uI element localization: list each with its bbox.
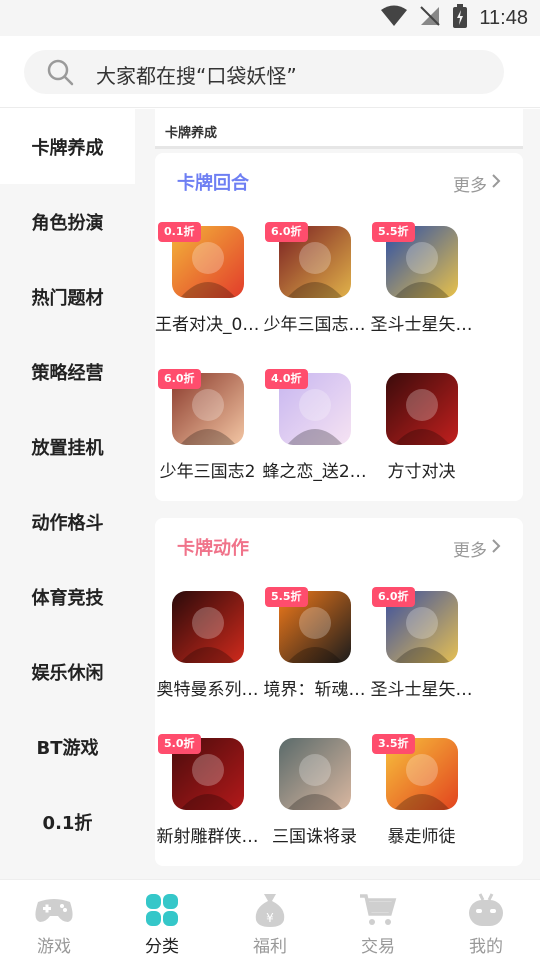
game-item[interactable]: 6.0折圣斗士星矢… <box>369 587 474 731</box>
game-icon[interactable] <box>386 373 458 445</box>
game-icon[interactable] <box>279 738 351 810</box>
game-item[interactable]: 三国诛将录 <box>262 738 367 878</box>
more-label: 更多 <box>453 541 487 561</box>
game-name: 新射雕群侠… <box>156 827 259 847</box>
section-header-label: 卡牌养成 <box>165 126 218 141</box>
sidebar-item[interactable]: 体育竞技 <box>0 559 135 634</box>
discount-badge: 5.5折 <box>372 222 415 242</box>
money-bag-icon: ¥ <box>250 892 290 928</box>
tab-label: 交易 <box>361 937 395 957</box>
section-header: 卡牌养成 <box>155 109 523 149</box>
tab-label: 分类 <box>145 937 179 957</box>
discount-badge: 5.0折 <box>158 734 201 754</box>
game-name: 奥特曼系列… <box>156 680 259 700</box>
tab-item[interactable]: ¥ 福利 <box>216 880 324 960</box>
sidebar-item[interactable]: 卡牌养成 <box>0 109 135 184</box>
bottom-tab-bar: 游戏 分类 ¥ 福利 交易 我的 <box>0 879 540 960</box>
status-bar: 11:48 <box>0 0 540 36</box>
game-item[interactable]: 3.5折暴走师徒 <box>369 734 474 878</box>
sidebar-item[interactable]: 动作格斗 <box>0 484 135 559</box>
sidebar-item[interactable]: 娱乐休闲 <box>0 634 135 709</box>
game-item[interactable]: 6.0折少年三国志2 <box>155 369 260 513</box>
discount-badge: 5.5折 <box>265 587 308 607</box>
chevron-right-icon <box>491 538 501 559</box>
game-item[interactable]: 6.0折少年三国志… <box>262 222 367 366</box>
sidebar-item[interactable]: 热门题材 <box>0 259 135 334</box>
card-title: 卡牌回合 <box>177 173 249 194</box>
sidebar-item[interactable]: 策略经营 <box>0 334 135 409</box>
discount-badge: 6.0折 <box>158 369 201 389</box>
status-time: 11:48 <box>479 6 528 29</box>
game-item[interactable]: 奥特曼系列… <box>155 591 260 731</box>
sidebar-item[interactable]: BT游戏 <box>0 709 135 784</box>
status-icons: 11:48 <box>381 4 528 32</box>
tab-item[interactable]: 交易 <box>324 880 432 960</box>
game-name: 蜂之恋_送2… <box>262 462 367 482</box>
more-link[interactable]: 更多 <box>453 171 501 196</box>
tab-item[interactable]: 我的 <box>432 880 540 960</box>
category-icon <box>142 892 182 928</box>
game-item[interactable]: 4.0折蜂之恋_送2… <box>262 369 367 513</box>
game-name: 少年三国志2 <box>159 462 256 482</box>
more-label: 更多 <box>453 176 487 196</box>
robot-face-icon <box>466 892 506 928</box>
game-item[interactable]: 方寸对决 <box>369 373 474 513</box>
discount-badge: 6.0折 <box>265 222 308 242</box>
cart-icon <box>358 892 398 928</box>
category-card: 卡牌回合 更多 0.1折 王者对决_0.… 6.0折 少年三国志… 5.5折 圣斗士星矢… 6.… <box>155 153 523 501</box>
game-item[interactable]: 5.5折境界：斩魂… <box>262 587 367 731</box>
tab-label: 我的 <box>469 937 503 957</box>
no-signal-icon <box>419 5 441 31</box>
discount-badge: 4.0折 <box>265 369 308 389</box>
game-name: 圣斗士星矢… <box>370 315 473 335</box>
wifi-icon <box>381 5 408 31</box>
game-name: 圣斗士星矢… <box>370 680 473 700</box>
chevron-right-icon <box>491 173 501 194</box>
game-name: 三国诛将录 <box>272 827 357 847</box>
tab-item[interactable]: 游戏 <box>0 880 108 960</box>
game-name: 方寸对决 <box>387 462 456 482</box>
card-title: 卡牌动作 <box>177 538 249 559</box>
sidebar-item[interactable]: 放置挂机 <box>0 409 135 484</box>
category-sidebar: 卡牌养成 角色扮演 热门题材 策略经营 放置挂机 动作格斗 体育竞技 娱乐休闲 BT游戏 0.1折 <box>0 109 135 879</box>
game-name: 暴走师徒 <box>387 827 456 847</box>
tab-item[interactable]: 分类 <box>108 880 216 960</box>
search-input[interactable]: 大家都在搜“口袋妖怪” <box>24 50 504 94</box>
category-content: 卡牌养成 卡牌回合 更多 0.1折 王者对决_0.… 6.0折 少年三国志… 5.5折 圣斗士… <box>135 109 540 879</box>
tab-label: 游戏 <box>37 937 71 957</box>
discount-badge: 0.1折 <box>158 222 201 242</box>
game-item[interactable]: 5.5折圣斗士星矢… <box>369 222 474 366</box>
more-link[interactable]: 更多 <box>453 536 501 561</box>
sidebar-item[interactable]: 角色扮演 <box>0 184 135 259</box>
discount-badge: 3.5折 <box>372 734 415 754</box>
game-name: 王者对决_0.… <box>155 315 260 335</box>
svg-text:¥: ¥ <box>266 911 274 925</box>
battery-charging-icon <box>453 4 468 32</box>
category-card: 卡牌动作 更多 奥特曼系列… 5.5折 境界：斩魂… 6.0折 圣斗士星矢… 5.0折 新射雕群… <box>155 518 523 866</box>
game-item[interactable]: 5.0折新射雕群侠… <box>155 734 260 878</box>
gamepad-icon <box>34 892 74 928</box>
search-bar: 大家都在搜“口袋妖怪” <box>0 36 540 108</box>
game-item[interactable]: 0.1折王者对决_0.… <box>155 222 260 366</box>
search-icon <box>46 58 74 90</box>
game-icon[interactable] <box>172 591 244 663</box>
sidebar-item[interactable]: 0.1折 <box>0 784 135 859</box>
tab-label: 福利 <box>253 937 287 957</box>
discount-badge: 6.0折 <box>372 587 415 607</box>
search-hint: 大家都在搜“口袋妖怪” <box>96 64 297 88</box>
game-name: 境界：斩魂… <box>263 680 366 700</box>
game-name: 少年三国志… <box>263 315 366 335</box>
